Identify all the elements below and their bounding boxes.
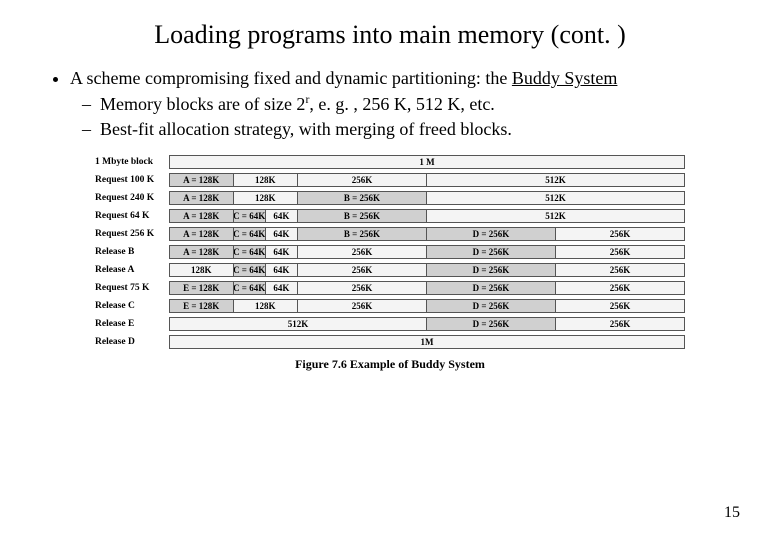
- allocated-block: C = 64K: [234, 245, 266, 259]
- allocated-block: E = 128K: [169, 299, 234, 313]
- free-block: 128K: [169, 263, 234, 277]
- allocated-block: D = 256K: [427, 263, 556, 277]
- free-block: 512K: [427, 209, 685, 223]
- allocated-block: C = 64K: [234, 209, 266, 223]
- row-label: Release E: [95, 319, 169, 329]
- sub-bullet-list: Memory blocks are of size 2r, e. g. , 25…: [70, 92, 744, 141]
- sub1-post: , e. g. , 256 K, 512 K, etc.: [309, 94, 494, 114]
- free-block: 128K: [234, 173, 299, 187]
- memory-bar: A = 128KC = 64K64KB = 256KD = 256K256K: [169, 227, 685, 241]
- allocated-block: B = 256K: [298, 227, 427, 241]
- free-block: 64K: [266, 245, 298, 259]
- memory-bar: 1 M: [169, 155, 685, 169]
- free-block: 256K: [298, 245, 427, 259]
- memory-bar: 1M: [169, 335, 685, 349]
- allocated-block: A = 128K: [169, 227, 234, 241]
- memory-row: Request 75 KE = 128KC = 64K64K256KD = 25…: [95, 281, 685, 295]
- free-block: 256K: [298, 299, 427, 313]
- memory-bar: A = 128KC = 64K64K256KD = 256K256K: [169, 245, 685, 259]
- free-block: 64K: [266, 281, 298, 295]
- memory-row: Release CE = 128K128K256KD = 256K256K: [95, 299, 685, 313]
- free-block: 256K: [298, 281, 427, 295]
- free-block: 128K: [234, 191, 299, 205]
- memory-row: Release D1M: [95, 335, 685, 349]
- allocated-block: C = 64K: [234, 263, 266, 277]
- allocated-block: D = 256K: [427, 227, 556, 241]
- row-label: Release D: [95, 337, 169, 347]
- free-block: 256K: [556, 245, 685, 259]
- memory-bar: 128KC = 64K64K256KD = 256K256K: [169, 263, 685, 277]
- row-label: Release C: [95, 301, 169, 311]
- sub-bullet-1: Memory blocks are of size 2r, e. g. , 25…: [100, 92, 744, 116]
- figure-caption: Figure 7.6 Example of Buddy System: [36, 357, 744, 372]
- free-block: 512K: [427, 191, 685, 205]
- buddy-system-figure: 1 Mbyte block1 MRequest 100 KA = 128K128…: [95, 155, 685, 349]
- memory-bar: E = 128KC = 64K64K256KD = 256K256K: [169, 281, 685, 295]
- memory-row: Request 64 KA = 128KC = 64K64KB = 256K51…: [95, 209, 685, 223]
- memory-bar: A = 128K128K256K512K: [169, 173, 685, 187]
- bullet-main: A scheme compromising fixed and dynamic …: [70, 66, 744, 141]
- allocated-block: D = 256K: [427, 281, 556, 295]
- sub1-pre: Memory blocks are of size 2: [100, 94, 305, 114]
- free-block: 64K: [266, 227, 298, 241]
- free-block: 64K: [266, 209, 298, 223]
- memory-row: Release BA = 128KC = 64K64K256KD = 256K2…: [95, 245, 685, 259]
- free-block: 256K: [556, 281, 685, 295]
- allocated-block: D = 256K: [427, 299, 556, 313]
- row-label: Request 100 K: [95, 175, 169, 185]
- page-title: Loading programs into main memory (cont.…: [36, 20, 744, 50]
- free-block: 256K: [298, 263, 427, 277]
- allocated-block: A = 128K: [169, 173, 234, 187]
- memory-row: 1 Mbyte block1 M: [95, 155, 685, 169]
- allocated-block: C = 64K: [234, 227, 266, 241]
- allocated-block: C = 64K: [234, 281, 266, 295]
- free-block: 128K: [234, 299, 299, 313]
- free-block: 256K: [556, 263, 685, 277]
- row-label: Request 64 K: [95, 211, 169, 221]
- row-label: Release A: [95, 265, 169, 275]
- allocated-block: D = 256K: [427, 317, 556, 331]
- allocated-block: A = 128K: [169, 245, 234, 259]
- allocated-block: D = 256K: [427, 245, 556, 259]
- memory-bar: A = 128K128KB = 256K512K: [169, 191, 685, 205]
- row-label: Request 256 K: [95, 229, 169, 239]
- memory-row: Request 240 KA = 128K128KB = 256K512K: [95, 191, 685, 205]
- row-label: Request 240 K: [95, 193, 169, 203]
- allocated-block: B = 256K: [298, 209, 427, 223]
- memory-bar: E = 128K128K256KD = 256K256K: [169, 299, 685, 313]
- free-block: 1 M: [169, 155, 685, 169]
- row-label: Request 75 K: [95, 283, 169, 293]
- buddy-system-term: Buddy System: [512, 68, 618, 88]
- row-label: Release B: [95, 247, 169, 257]
- bullet-main-text: A scheme compromising fixed and dynamic …: [70, 68, 512, 88]
- memory-row: Request 256 KA = 128KC = 64K64KB = 256KD…: [95, 227, 685, 241]
- allocated-block: A = 128K: [169, 191, 234, 205]
- memory-row: Release E512KD = 256K256K: [95, 317, 685, 331]
- allocated-block: B = 256K: [298, 191, 427, 205]
- free-block: 64K: [266, 263, 298, 277]
- row-label: 1 Mbyte block: [95, 157, 169, 167]
- allocated-block: A = 128K: [169, 209, 234, 223]
- memory-bar: A = 128KC = 64K64KB = 256K512K: [169, 209, 685, 223]
- free-block: 512K: [169, 317, 427, 331]
- bullet-list: A scheme compromising fixed and dynamic …: [36, 66, 744, 141]
- memory-bar: 512KD = 256K256K: [169, 317, 685, 331]
- memory-row: Request 100 KA = 128K128K256K512K: [95, 173, 685, 187]
- free-block: 256K: [298, 173, 427, 187]
- page-number: 15: [724, 504, 740, 522]
- sub-bullet-2: Best-fit allocation strategy, with mergi…: [100, 117, 744, 141]
- memory-row: Release A128KC = 64K64K256KD = 256K256K: [95, 263, 685, 277]
- slide: Loading programs into main memory (cont.…: [0, 0, 780, 540]
- free-block: 1M: [169, 335, 685, 349]
- free-block: 512K: [427, 173, 685, 187]
- allocated-block: E = 128K: [169, 281, 234, 295]
- free-block: 256K: [556, 317, 685, 331]
- free-block: 256K: [556, 227, 685, 241]
- free-block: 256K: [556, 299, 685, 313]
